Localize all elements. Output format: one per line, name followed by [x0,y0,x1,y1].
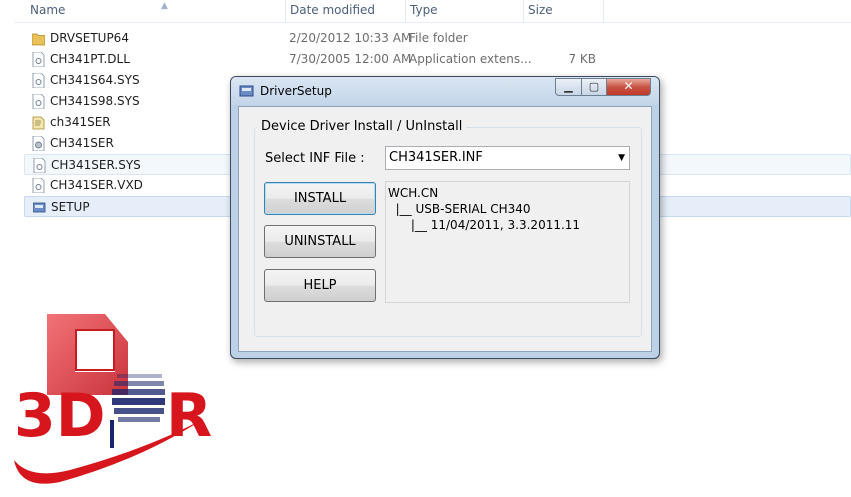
column-headers: Name ▲ Date modified Type Size [14,0,851,23]
dialog-title: DriverSetup [260,84,332,98]
setup-app-icon [239,85,254,97]
info-line: |__ 11/04/2011, 3.3.2011.11 [388,218,581,232]
dropdown-arrow-icon[interactable]: ▼ [618,147,625,169]
column-header-type[interactable]: Type [406,0,524,22]
minimize-button[interactable]: ▁ [555,78,582,96]
info-line: WCH.CN [388,186,439,200]
sys-file-icon [32,73,45,88]
column-header-date[interactable]: Date modified [286,0,406,22]
logo-text-3d: 3D [14,381,106,451]
logo-text-r: R [166,381,212,451]
inf-file-select[interactable]: CH341SER.INF ▼ [385,146,630,170]
uninstall-button[interactable]: UNINSTALL [264,225,376,258]
dialog-client-area: Device Driver Install / UnInstall Select… [238,106,652,352]
dialog-titlebar[interactable]: DriverSetup ▁ ▢ ✕ [231,77,659,105]
sys-file-icon [33,158,46,173]
sys-file-icon [32,178,45,193]
close-button[interactable]: ✕ [606,78,651,96]
driver-info-panel: WCH.CN |__ USB-SERIAL CH340 |__ 11/04/20… [385,181,630,303]
folder-icon [32,33,45,46]
maximize-button[interactable]: ▢ [581,78,607,96]
dll-file-icon [32,52,45,67]
file-row[interactable]: CH341PT.DLL 7/30/2005 12:00 AM Applicati… [24,49,851,70]
gear-file-icon [32,136,45,151]
column-header-size[interactable]: Size [524,0,604,22]
info-line: |__ USB-SERIAL CH340 [388,202,531,216]
setup-info-icon [32,116,45,130]
minimize-icon: ▁ [564,80,573,93]
sys-file-icon [32,94,45,109]
driver-setup-dialog: DriverSetup ▁ ▢ ✕ Device Driver Install … [230,76,660,359]
install-button[interactable]: INSTALL [264,182,376,215]
inf-file-value: CH341SER.INF [389,150,483,165]
logo: 3D R [14,314,212,484]
maximize-icon: ▢ [588,80,600,93]
file-row[interactable]: DRVSETUP64 2/20/2012 10:33 AM File folde… [24,28,851,49]
column-header-name[interactable]: Name ▲ [26,0,286,22]
inf-file-label: Select INF File : [265,151,365,166]
help-button[interactable]: HELP [264,269,376,302]
group-title: Device Driver Install / UnInstall [257,119,467,134]
close-icon: ✕ [623,79,634,93]
setup-app-icon [33,202,46,213]
sort-up-icon: ▲ [161,1,168,11]
